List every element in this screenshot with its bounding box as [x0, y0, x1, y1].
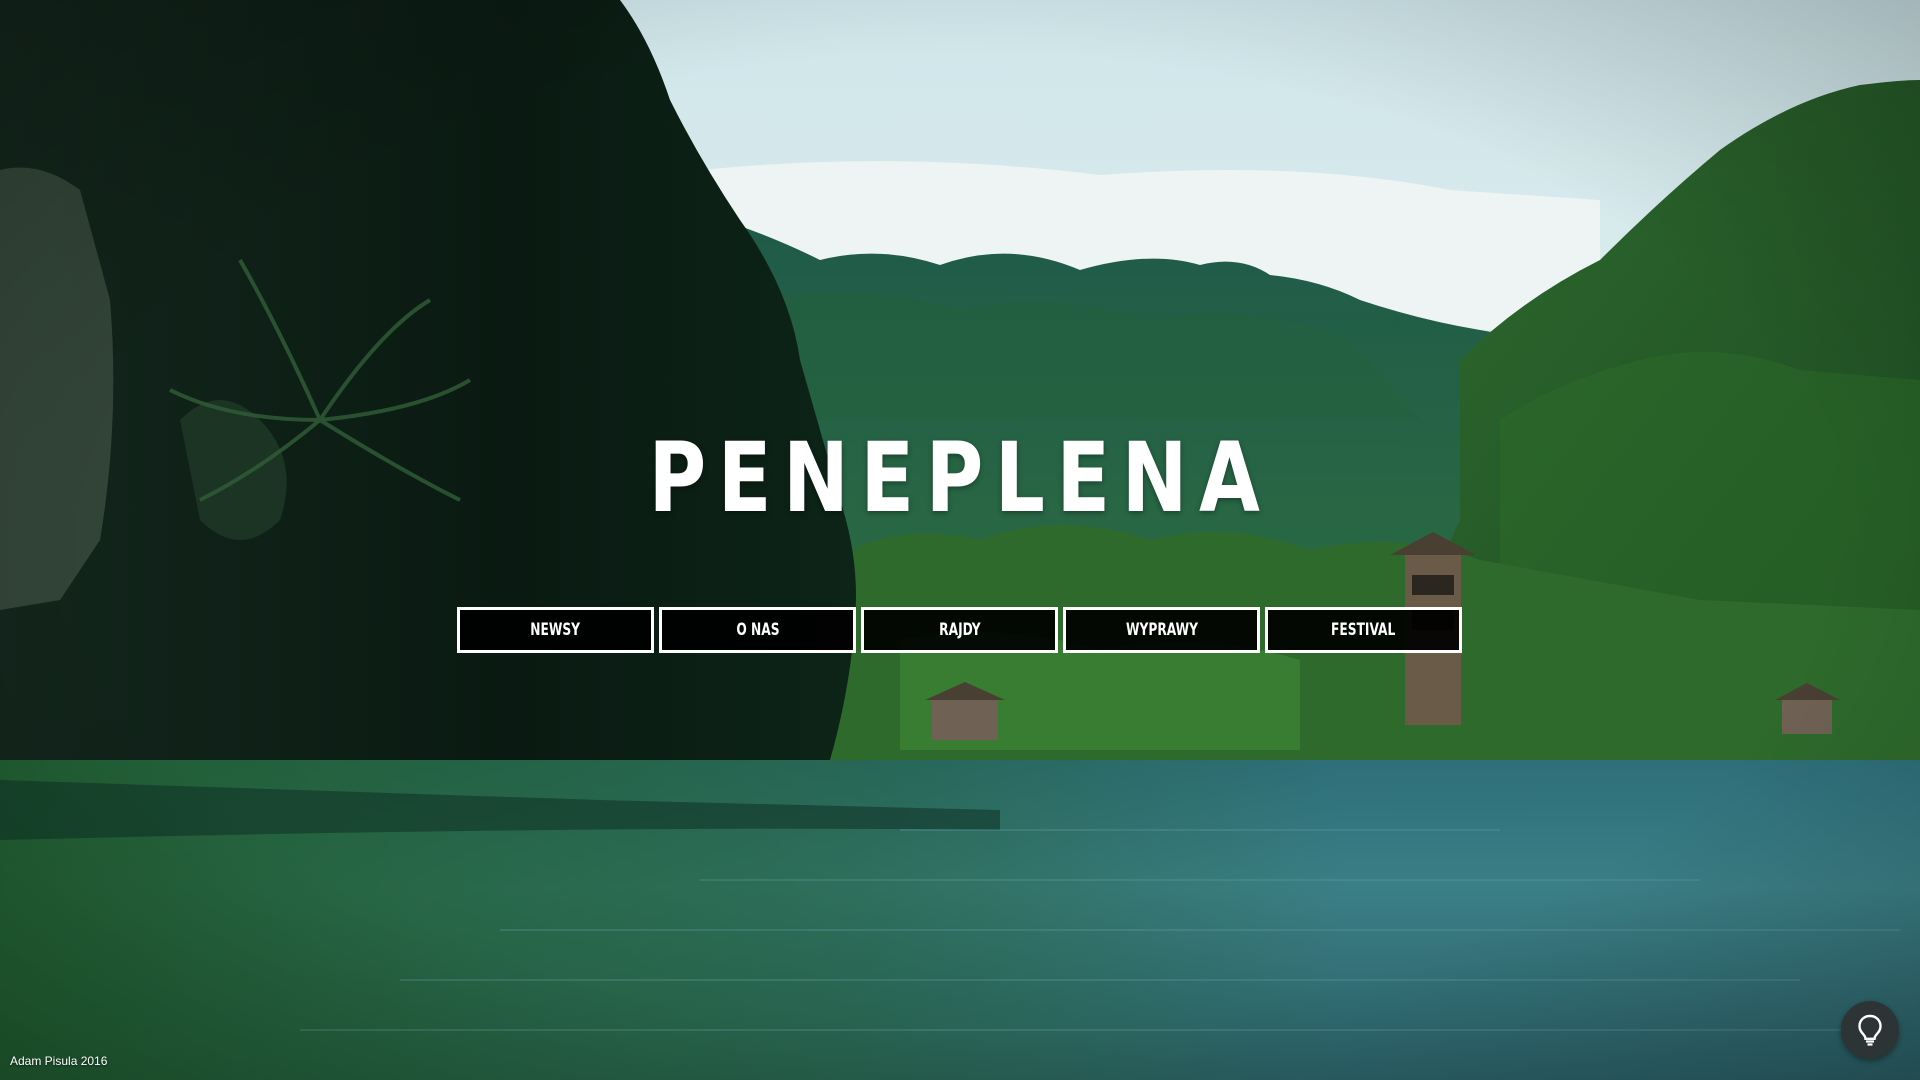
nav-item-rajdy[interactable]: RAJDY — [861, 607, 1058, 653]
nav-item-label: FESTIVAL — [1331, 620, 1396, 640]
help-button[interactable] — [1841, 1001, 1899, 1059]
nav-item-festival[interactable]: FESTIVAL — [1265, 607, 1462, 653]
nav-item-label: NEWSY — [530, 620, 581, 640]
main-navigation: NEWSY O NAS RAJDY WYPRAWY FESTIVAL — [457, 607, 1462, 653]
nav-item-wyprawy[interactable]: WYPRAWY — [1063, 607, 1260, 653]
footer-credit: Adam Pisula 2016 — [10, 1054, 108, 1068]
nav-item-label: WYPRAWY — [1125, 620, 1198, 640]
nav-item-label: RAJDY — [938, 620, 981, 640]
site-logo-title[interactable]: PENEPLENA — [173, 430, 1747, 526]
nav-item-label: O NAS — [735, 620, 780, 640]
background-photo — [0, 0, 1920, 1080]
lightbulb-icon — [1858, 1014, 1882, 1046]
nav-item-o-nas[interactable]: O NAS — [659, 607, 856, 653]
nav-item-newsy[interactable]: NEWSY — [457, 607, 654, 653]
